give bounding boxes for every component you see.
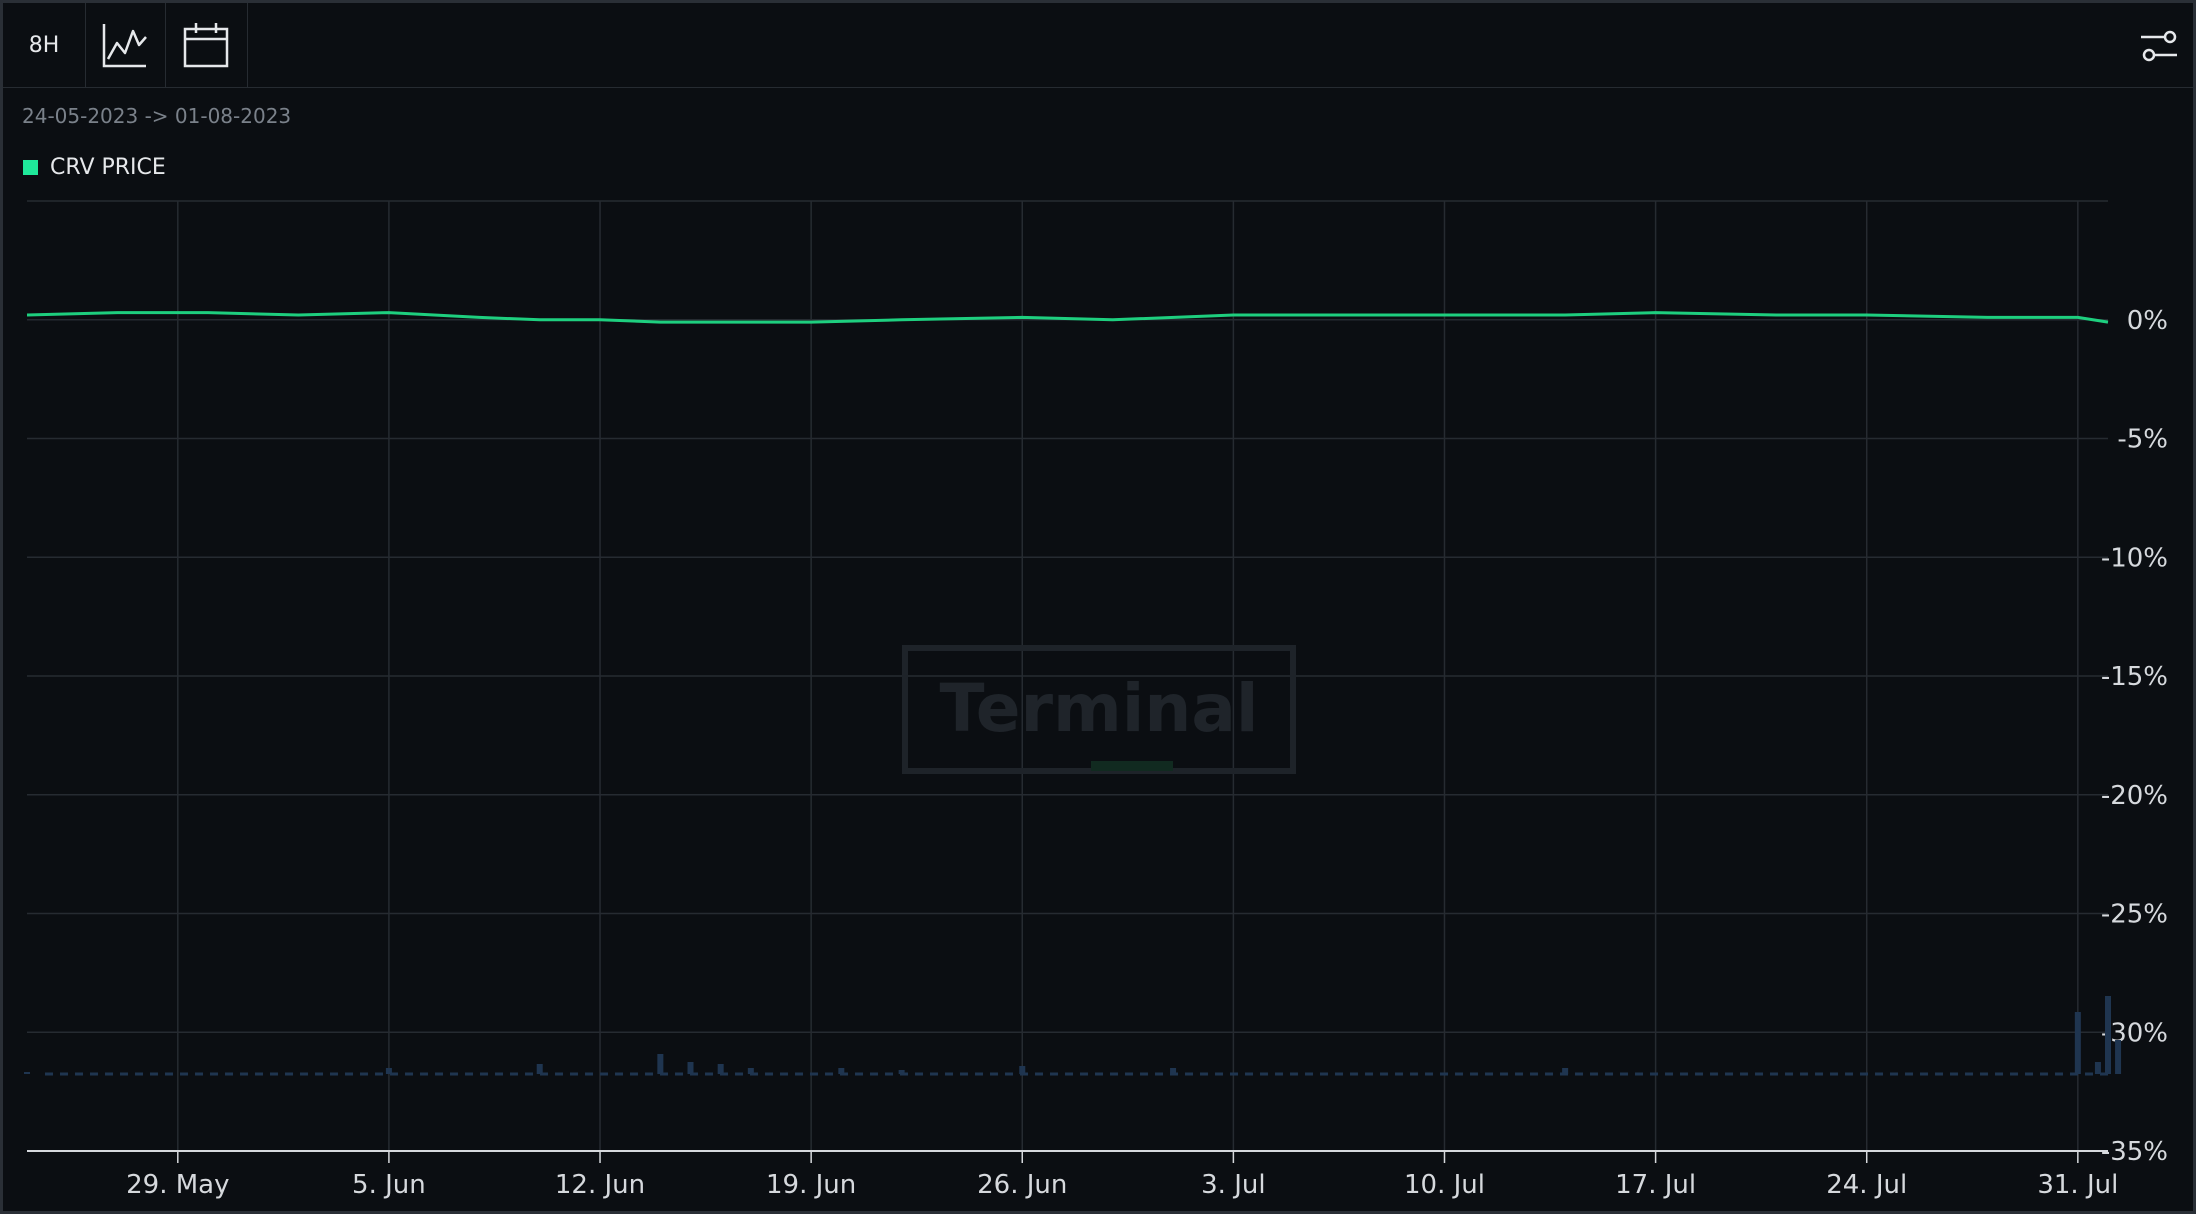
- calendar-icon: [183, 23, 229, 68]
- chart-legend[interactable]: CRV PRICE: [23, 155, 166, 180]
- x-tick-label: 31. Jul: [2037, 1170, 2118, 1200]
- volume-bar: [2115, 1040, 2122, 1074]
- x-tick-label: 3. Jul: [1201, 1170, 1265, 1200]
- crv-price-line: [26, 311, 2109, 324]
- legend-swatch: [23, 160, 38, 175]
- volume-bar: [1019, 1066, 1026, 1074]
- volume-bar: [838, 1068, 845, 1074]
- volume-bar: [717, 1064, 724, 1074]
- volume-bar: [2105, 996, 2111, 1074]
- chart-canvas[interactable]: 0%-5%-10%-15%-20%-25%-30%-35%29. May 5. J…: [3, 3, 2193, 1211]
- y-tick-label: -5%: [2117, 425, 2168, 455]
- volume-bar: [898, 1070, 905, 1074]
- line-chart-icon: [102, 24, 147, 68]
- interval-button[interactable]: 8H: [3, 3, 86, 87]
- x-tick-label: 12. Jun: [555, 1170, 645, 1200]
- y-tick-label: -20%: [2101, 781, 2168, 811]
- volume-bar: [1170, 1068, 1177, 1074]
- y-tick-label: -35%: [2101, 1137, 2168, 1167]
- legend-label: CRV PRICE: [50, 155, 166, 180]
- interval-label: 8H: [28, 32, 60, 58]
- chart-type-button[interactable]: [85, 3, 166, 87]
- x-tick-label: 19. Jun: [766, 1170, 856, 1200]
- volume-bar: [747, 1068, 754, 1074]
- chart-panel: 0% -5% -10% -15% -20% -25% -30% -35% 29. May 5. J…: [0, 0, 2196, 1214]
- chart-toolbar: 8H: [3, 3, 2193, 88]
- x-tick-label: 29. May: [126, 1170, 229, 1200]
- y-tick-label: -25%: [2101, 900, 2168, 930]
- volume-bar: [24, 1072, 30, 1074]
- x-tick-label: 26. Jun: [977, 1170, 1067, 1200]
- y-tick-label: -10%: [2101, 543, 2168, 573]
- y-tick-label: 0%: [2127, 306, 2168, 336]
- volume-bar: [2094, 1062, 2101, 1074]
- volume-bar: [1562, 1068, 1569, 1074]
- x-tick-label: 10. Jul: [1404, 1170, 1485, 1200]
- sliders-icon: [2141, 30, 2177, 62]
- chart-settings-button[interactable]: [2135, 23, 2183, 71]
- date-range-button[interactable]: [165, 3, 248, 87]
- volume-bar: [385, 1068, 392, 1074]
- watermark-accent: [1091, 761, 1173, 771]
- volume-bar: [687, 1062, 694, 1074]
- volume-bar: [536, 1064, 543, 1074]
- volume-bar: [2074, 1012, 2081, 1074]
- x-tick-label: 5. Jun: [352, 1170, 426, 1200]
- y-tick-label: -15%: [2101, 662, 2168, 692]
- x-tick-label: 24. Jul: [1826, 1170, 1907, 1200]
- date-range-text: 24-05-2023 -> 01-08-2023: [22, 104, 292, 128]
- watermark-text: Terminal: [939, 670, 1258, 747]
- volume-bar: [657, 1054, 664, 1074]
- x-tick-label: 17. Jul: [1615, 1170, 1696, 1200]
